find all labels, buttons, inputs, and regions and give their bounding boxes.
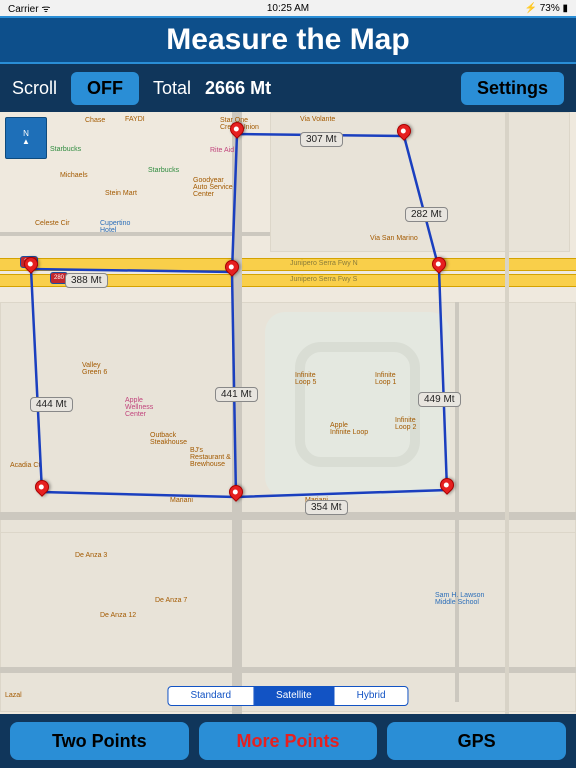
- app-title: Measure the Map: [166, 23, 409, 57]
- scroll-label: Scroll: [12, 78, 57, 99]
- poi-label: Sam H. Lawson Middle School: [435, 592, 484, 606]
- poi-label: Goodyear Auto Service Center: [193, 177, 233, 198]
- poi-label: Infinite Loop 2: [395, 417, 416, 431]
- distance-label: 441 Mt: [215, 387, 258, 402]
- distance-label: 388 Mt: [65, 273, 108, 288]
- distance-label: 282 Mt: [405, 207, 448, 222]
- poi-label: Valley Green 6: [82, 362, 107, 376]
- poi-label: Rite Aid: [210, 147, 234, 154]
- map-type-segmented[interactable]: Standard Satellite Hybrid: [167, 686, 408, 706]
- poi-label: Cupertino Hotel: [100, 220, 130, 234]
- poi-label: FAYDI: [125, 116, 145, 123]
- hwy-south-label: Junipero Serra Fwy S: [290, 276, 357, 283]
- poi-label: Celeste Cir: [35, 220, 70, 227]
- status-left: Carrier ᯤ: [8, 1, 50, 15]
- status-time: 10:25 AM: [267, 3, 309, 14]
- distance-label: 307 Mt: [300, 132, 343, 147]
- seg-standard[interactable]: Standard: [168, 687, 254, 705]
- settings-button[interactable]: Settings: [461, 72, 564, 105]
- poi-label: Via San Marino: [370, 235, 418, 242]
- seg-hybrid[interactable]: Hybrid: [335, 687, 408, 705]
- poi-label: De Anza 3: [75, 552, 107, 559]
- compass-widget[interactable]: N▲: [5, 117, 47, 159]
- hwy-north-label: Junipero Serra Fwy N: [290, 260, 358, 267]
- compass-icon: N▲: [22, 130, 30, 146]
- poi-label: Mariani: [170, 497, 193, 504]
- poi-label: Infinite Loop 1: [375, 372, 396, 386]
- distance-label: 444 Mt: [30, 397, 73, 412]
- poi-label: Apple Wellness Center: [125, 397, 153, 418]
- control-bar: Scroll OFF Total 2666 Mt Settings: [0, 64, 576, 112]
- poi-label: Lazal: [5, 692, 22, 699]
- poi-label: Acadia Ct: [10, 462, 40, 469]
- poi-label: Starbucks: [148, 167, 179, 174]
- poi-label: Starbucks: [50, 146, 81, 153]
- poi-label: Outback Steakhouse: [150, 432, 187, 446]
- poi-label: Michaels: [60, 172, 88, 179]
- title-bar: Measure the Map: [0, 16, 576, 64]
- total-value: 2666 Mt: [205, 78, 271, 99]
- poi-label: Stein Mart: [105, 190, 137, 197]
- poi-label: De Anza 7: [155, 597, 187, 604]
- gps-button[interactable]: GPS: [387, 722, 566, 760]
- status-right: ⚡ 73% ▮: [524, 3, 568, 14]
- poi-label: Via Volante: [300, 116, 335, 123]
- poi-label: Apple Infinite Loop: [330, 422, 368, 436]
- poi-label: De Anza 12: [100, 612, 136, 619]
- poi-label: Chase: [85, 117, 105, 124]
- poi-label: BJ's Restaurant & Brewhouse: [190, 447, 231, 468]
- distance-label: 354 Mt: [305, 500, 348, 515]
- distance-label: 449 Mt: [418, 392, 461, 407]
- seg-satellite[interactable]: Satellite: [254, 687, 335, 705]
- poi-label: Infinite Loop 5: [295, 372, 316, 386]
- scroll-toggle-button[interactable]: OFF: [71, 72, 139, 105]
- more-points-button[interactable]: More Points: [199, 722, 378, 760]
- status-bar: Carrier ᯤ 10:25 AM ⚡ 73% ▮: [0, 0, 576, 16]
- two-points-button[interactable]: Two Points: [10, 722, 189, 760]
- map-canvas[interactable]: Junipero Serra Fwy N Junipero Serra Fwy …: [0, 112, 576, 714]
- bottom-toolbar: Two Points More Points GPS: [0, 714, 576, 768]
- total-label: Total: [153, 78, 191, 99]
